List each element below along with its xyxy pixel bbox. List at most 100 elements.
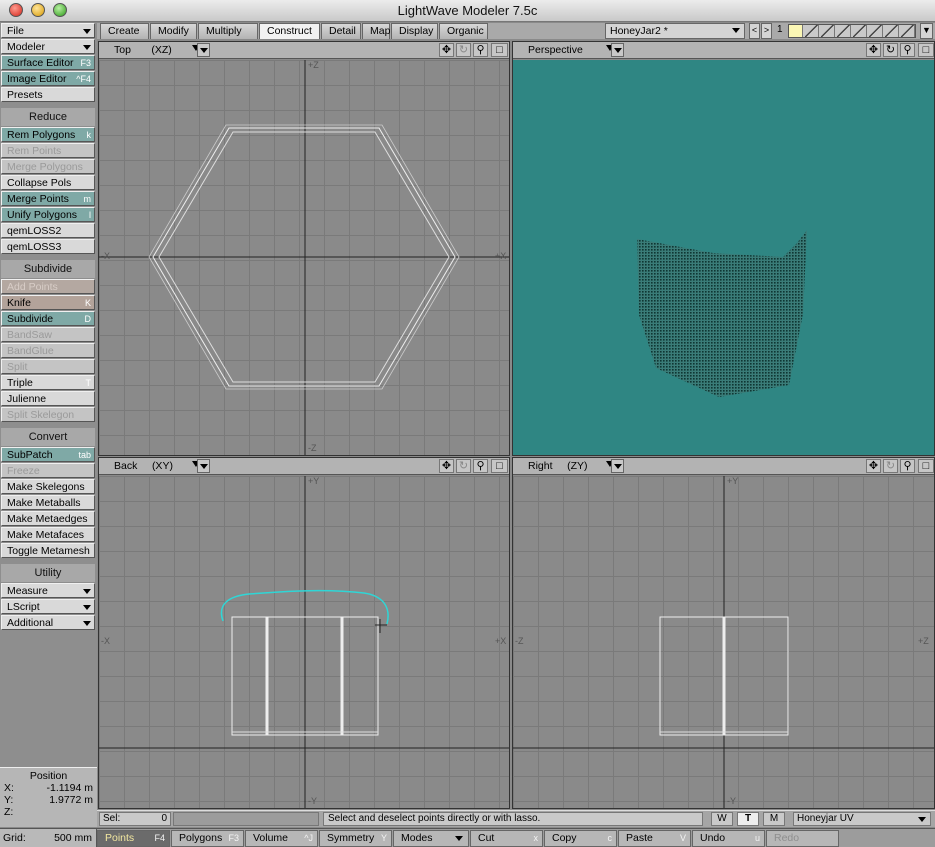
layer-3-button[interactable] — [821, 25, 835, 37]
layer-4-button[interactable] — [837, 25, 851, 37]
move-icon[interactable]: ✥ — [439, 459, 454, 473]
layer-2-button[interactable] — [805, 25, 819, 37]
viewport-perspective-canvas[interactable] — [513, 60, 934, 455]
tab-organic[interactable]: Organic — [439, 23, 488, 39]
merge-points-button[interactable]: Merge Points m — [1, 191, 95, 206]
additional-button[interactable]: Additional — [1, 615, 95, 630]
triple-button[interactable]: Triple T — [1, 375, 95, 390]
lscript-button[interactable]: LScript — [1, 599, 95, 614]
viewport-right-render-menu[interactable] — [611, 459, 624, 473]
maximize-viewport-icon[interactable]: □ — [491, 43, 508, 57]
bandsaw-button[interactable]: BandSaw — [1, 327, 95, 342]
freeze-button[interactable]: Freeze — [1, 463, 95, 478]
viewport-back[interactable]: Back (XY) ✥ ↻ ⚲ □ +Y -Y -X +X — [98, 457, 510, 809]
viewport-top-canvas[interactable]: +Z -Z -X +X — [99, 60, 509, 455]
viewport-back-render-menu[interactable] — [197, 459, 210, 473]
make-metaballs-button[interactable]: Make Metaballs — [1, 495, 95, 510]
texture-map-button[interactable]: T — [737, 812, 759, 826]
rem-polygons-button[interactable]: Rem Polygons k — [1, 127, 95, 142]
zoom-icon[interactable]: ⚲ — [900, 43, 915, 57]
move-icon[interactable]: ✥ — [866, 43, 881, 57]
collapse-pols-button[interactable]: Collapse Pols — [1, 175, 95, 190]
layer-8-button[interactable] — [901, 25, 915, 37]
make-metaedges-button[interactable]: Make Metaedges — [1, 511, 95, 526]
maximize-viewport-icon[interactable]: □ — [918, 43, 934, 57]
subdivide-button[interactable]: Subdivide D — [1, 311, 95, 326]
tab-map[interactable]: Map — [362, 23, 390, 39]
tab-multiply[interactable]: Multiply — [198, 23, 258, 39]
redo-button[interactable]: Redo — [766, 830, 839, 847]
viewport-perspective-view-menu[interactable]: Perspective — [516, 43, 606, 57]
polygons-button[interactable]: Polygons F3 — [171, 830, 244, 847]
viewport-right-view-menu[interactable]: Right (ZY) — [516, 459, 606, 473]
move-icon[interactable]: ✥ — [866, 459, 881, 473]
viewport-top[interactable]: Top (XZ) ✥ ↻ ⚲ □ +Z -Z -X +X — [98, 41, 510, 456]
image-editor-button[interactable]: Image Editor ^F4 — [1, 71, 95, 86]
button-label: Copy — [552, 832, 577, 844]
viewport-back-view-menu[interactable]: Back (XY) — [102, 459, 192, 473]
cut-button[interactable]: Cut x — [470, 830, 543, 847]
viewport-right[interactable]: Right (ZY) ✥ ↻ ⚲ □ +Y -Y -Z +Z — [512, 457, 935, 809]
points-button[interactable]: Points F4 — [97, 830, 170, 847]
layer-7-button[interactable] — [885, 25, 899, 37]
tab-detail[interactable]: Detail — [321, 23, 361, 39]
viewport-right-canvas[interactable]: +Y -Y -Z +Z — [513, 476, 934, 808]
undo-button[interactable]: Undo u — [692, 830, 765, 847]
surface-editor-button[interactable]: Surface Editor F3 — [1, 55, 95, 70]
zoom-icon[interactable]: ⚲ — [900, 459, 915, 473]
julienne-button[interactable]: Julienne — [1, 391, 95, 406]
layers-menu-button[interactable]: ▼ — [920, 23, 933, 39]
unify-polygons-button[interactable]: Unify Polygons l — [1, 207, 95, 222]
next-object-button[interactable]: > — [761, 23, 772, 39]
layer-1-button[interactable] — [789, 25, 803, 37]
subpatch-button[interactable]: SubPatch tab — [1, 447, 95, 462]
toggle-metamesh-button[interactable]: Toggle Metamesh — [1, 543, 95, 558]
layer-5-button[interactable] — [853, 25, 867, 37]
copy-button[interactable]: Copy c — [544, 830, 617, 847]
file-button[interactable]: File — [1, 23, 95, 38]
viewport-back-canvas[interactable]: +Y -Y -X +X — [99, 476, 509, 808]
vertex-map-selector[interactable]: Honeyjar UV — [793, 812, 931, 826]
zoom-icon[interactable]: ⚲ — [473, 43, 488, 57]
paste-button[interactable]: Paste V — [618, 830, 691, 847]
modeler-button[interactable]: Modeler — [1, 39, 95, 54]
maximize-viewport-icon[interactable]: □ — [918, 459, 934, 473]
presets-button[interactable]: Presets — [1, 87, 95, 102]
rotate-icon[interactable]: ↻ — [456, 459, 471, 473]
symmetry-button[interactable]: Symmetry Y — [319, 830, 392, 847]
tab-display[interactable]: Display — [391, 23, 438, 39]
split-button[interactable]: Split — [1, 359, 95, 374]
tab-modify[interactable]: Modify — [150, 23, 197, 39]
bandglue-button[interactable]: BandGlue — [1, 343, 95, 358]
move-icon[interactable]: ✥ — [439, 43, 454, 57]
rotate-icon[interactable]: ↻ — [456, 43, 471, 57]
object-selector[interactable]: HoneyJar2 * — [605, 23, 745, 39]
make-metafaces-button[interactable]: Make Metafaces — [1, 527, 95, 542]
volume-button[interactable]: Volume ^J — [245, 830, 318, 847]
modes-button[interactable]: Modes — [393, 830, 469, 847]
make-skelegons-button[interactable]: Make Skelegons — [1, 479, 95, 494]
knife-button[interactable]: Knife K — [1, 295, 95, 310]
maximize-viewport-icon[interactable]: □ — [491, 459, 508, 473]
qemloss3-button[interactable]: qemLOSS3 — [1, 239, 95, 254]
rotate-icon[interactable]: ↻ — [883, 459, 898, 473]
chevron-down-icon — [83, 29, 91, 34]
merge-polygons-button[interactable]: Merge Polygons — [1, 159, 95, 174]
viewport-top-view-menu[interactable]: Top (XZ) — [102, 43, 192, 57]
morph-map-button[interactable]: M — [763, 812, 785, 826]
layer-6-button[interactable] — [869, 25, 883, 37]
tab-construct[interactable]: Construct — [259, 23, 320, 39]
rotate-icon[interactable]: ↻ — [883, 43, 898, 57]
split-skelegon-button[interactable]: Split Skelegon — [1, 407, 95, 422]
tab-create[interactable]: Create — [100, 23, 149, 39]
zoom-icon[interactable]: ⚲ — [473, 459, 488, 473]
viewport-top-render-menu[interactable] — [197, 43, 210, 57]
viewport-perspective[interactable]: Perspective ✥ ↻ ⚲ □ — [512, 41, 935, 456]
prev-object-button[interactable]: < — [749, 23, 760, 39]
qemloss2-button[interactable]: qemLOSS2 — [1, 223, 95, 238]
measure-button[interactable]: Measure — [1, 583, 95, 598]
weight-map-button[interactable]: W — [711, 812, 733, 826]
rem-points-button[interactable]: Rem Points — [1, 143, 95, 158]
viewport-perspective-render-menu[interactable] — [611, 43, 624, 57]
add-points-button[interactable]: Add Points — [1, 279, 95, 294]
